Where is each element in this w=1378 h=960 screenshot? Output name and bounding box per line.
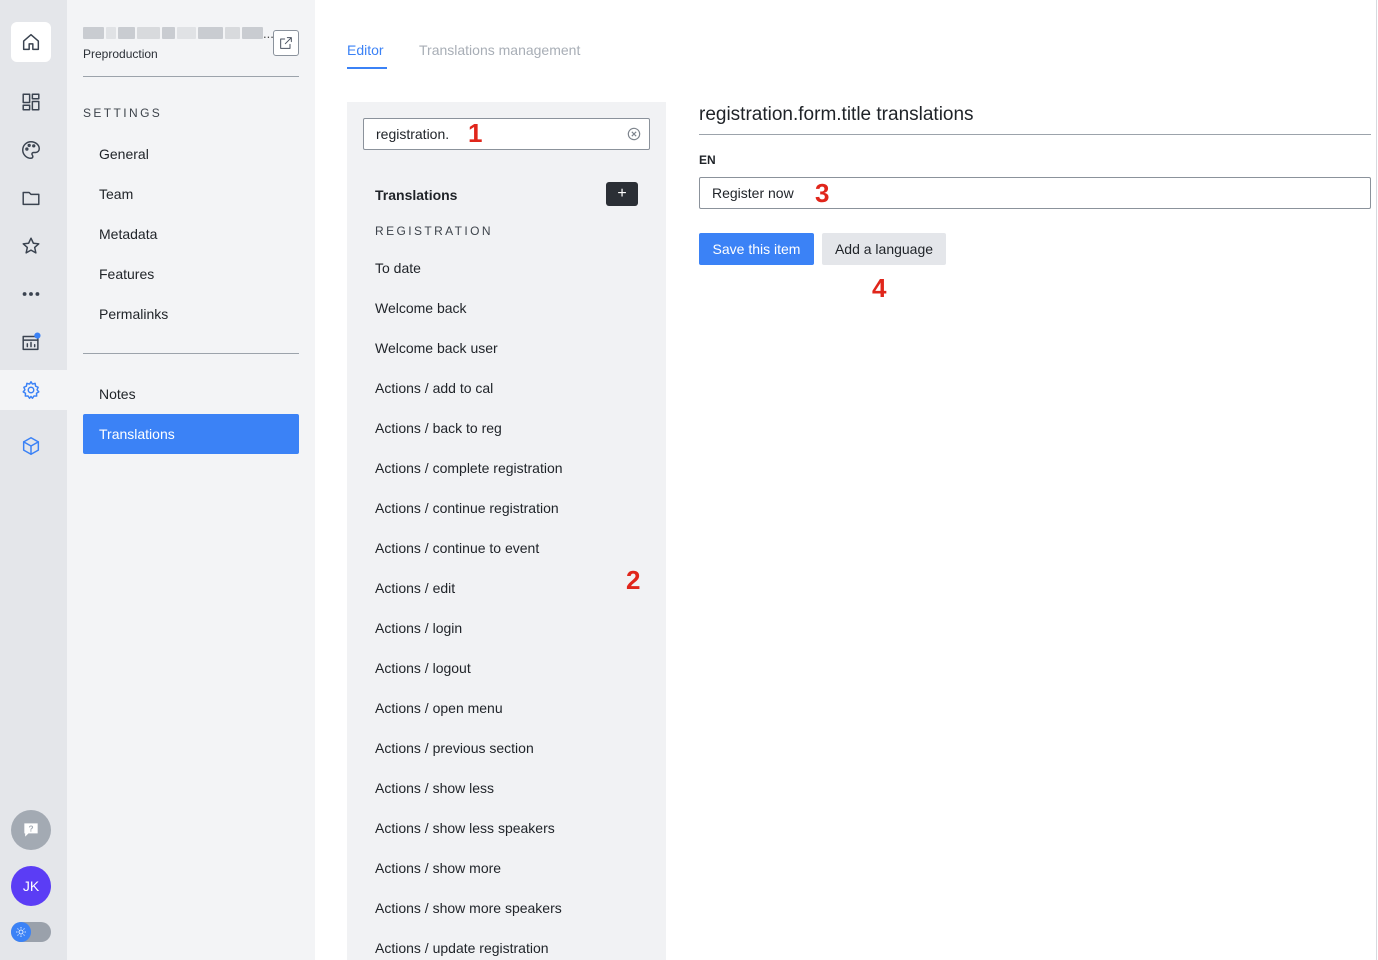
settings-item-general[interactable]: General [83, 134, 299, 174]
svg-text:?: ? [28, 823, 33, 833]
annotation-marker-2: 2 [626, 565, 641, 595]
list-item[interactable]: Actions / open menu [375, 700, 503, 716]
list-item[interactable]: Actions / update registration [375, 940, 549, 956]
active-tab-indicator [347, 67, 387, 69]
add-translation-button[interactable]: + [606, 182, 638, 206]
translation-value-input[interactable] [700, 178, 1370, 208]
save-item-button[interactable]: Save this item [699, 233, 814, 265]
external-link-icon [280, 37, 292, 49]
list-item[interactable]: Actions / show more speakers [375, 900, 562, 916]
help-icon[interactable]: ? [11, 810, 51, 850]
list-item[interactable]: Actions / complete registration [375, 460, 563, 476]
list-item[interactable]: Actions / edit [375, 580, 455, 596]
translations-list-panel: Translations + REGISTRATION To date Welc… [347, 102, 666, 960]
more-icon[interactable] [11, 274, 51, 314]
list-item[interactable]: Actions / logout [375, 660, 471, 676]
search-input[interactable] [364, 119, 624, 149]
icon-rail: ? JK [0, 0, 67, 960]
list-item[interactable]: Actions / show less [375, 780, 494, 796]
list-item[interactable]: Actions / show more [375, 860, 501, 876]
translations-header: Translations [375, 187, 458, 203]
list-item[interactable]: Actions / login [375, 620, 462, 636]
editor-title: registration.form.title translations [699, 104, 974, 125]
annotation-marker-3: 3 [815, 178, 830, 208]
cube-icon[interactable] [11, 426, 51, 466]
tab-translations-management[interactable]: Translations management [419, 42, 580, 58]
settings-sidebar: ... Preproduction SETTINGS General Team … [67, 0, 315, 960]
analytics-icon[interactable] [11, 322, 51, 362]
list-item[interactable]: Actions / add to cal [375, 380, 493, 396]
settings-item-team[interactable]: Team [83, 174, 299, 214]
window-edge [1376, 0, 1377, 960]
search-field [363, 118, 650, 150]
list-item[interactable]: Actions / show less speakers [375, 820, 555, 836]
tab-editor[interactable]: Editor [347, 42, 384, 58]
settings-section-title: SETTINGS [83, 106, 163, 120]
settings-item-features[interactable]: Features [83, 254, 299, 294]
divider [699, 134, 1371, 135]
home-icon[interactable] [11, 22, 51, 62]
list-item[interactable]: Actions / continue to event [375, 540, 539, 556]
star-icon[interactable] [11, 226, 51, 266]
project-name-redacted [83, 27, 263, 41]
divider [83, 76, 299, 77]
settings-icon[interactable] [11, 370, 51, 410]
folder-icon[interactable] [11, 178, 51, 218]
list-item[interactable]: To date [375, 260, 421, 276]
add-language-button[interactable]: Add a language [822, 233, 946, 265]
dashboard-icon[interactable] [11, 82, 51, 122]
avatar[interactable]: JK [11, 866, 51, 906]
list-item[interactable]: Welcome back user [375, 340, 498, 356]
list-item[interactable]: Actions / continue registration [375, 500, 559, 516]
annotation-marker-4: 4 [872, 273, 887, 303]
settings-item-permalinks[interactable]: Permalinks [83, 294, 299, 334]
settings-item-translations[interactable]: Translations [83, 414, 299, 454]
sun-icon [11, 922, 31, 942]
palette-icon[interactable] [11, 130, 51, 170]
settings-item-metadata[interactable]: Metadata [83, 214, 299, 254]
theme-toggle[interactable] [11, 922, 51, 942]
annotation-marker-1: 1 [468, 118, 483, 148]
language-label: EN [699, 153, 716, 167]
open-external-button[interactable] [273, 30, 299, 56]
list-item[interactable]: Actions / back to reg [375, 420, 502, 436]
settings-item-notes[interactable]: Notes [83, 374, 299, 414]
group-title: REGISTRATION [375, 224, 493, 238]
translation-value-field [699, 177, 1371, 209]
list-item[interactable]: Welcome back [375, 300, 467, 316]
divider [83, 353, 299, 354]
list-item[interactable]: Actions / previous section [375, 740, 534, 756]
project-environment: Preproduction [83, 47, 158, 61]
clear-icon[interactable] [627, 127, 641, 141]
